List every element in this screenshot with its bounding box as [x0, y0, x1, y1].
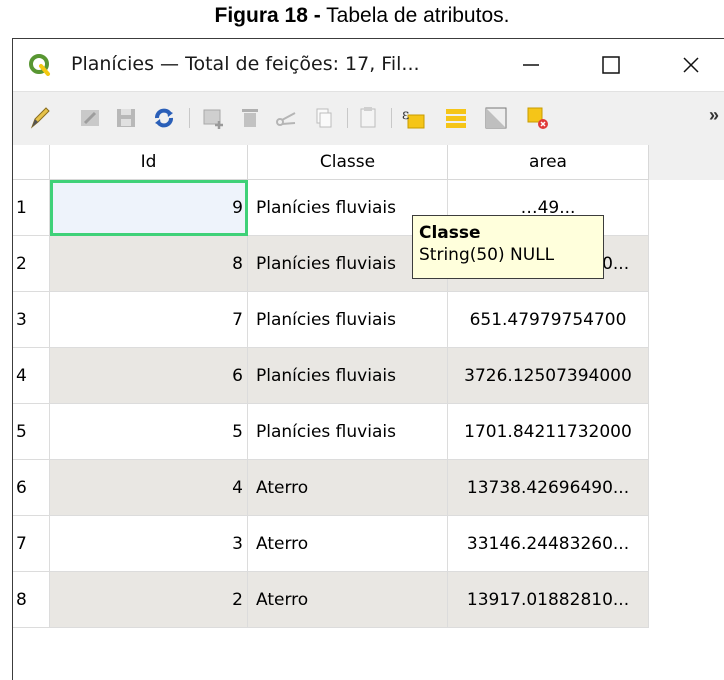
row-number[interactable]: 2: [13, 236, 50, 292]
deselect-all-icon: [527, 107, 548, 129]
multi-edit-button[interactable]: [75, 103, 105, 133]
cell-id[interactable]: 8: [50, 236, 248, 292]
copy-button[interactable]: [307, 103, 337, 133]
column-header-area[interactable]: area: [448, 145, 649, 180]
expression-select-icon: ε: [402, 107, 425, 129]
table-row[interactable]: 5 5 Planícies fluviais 1701.84211732000: [13, 404, 649, 460]
cut-icon: [276, 112, 296, 126]
cell-id[interactable]: 3: [50, 516, 248, 572]
reload-button[interactable]: [149, 103, 179, 133]
row-number[interactable]: 6: [13, 460, 50, 516]
tooltip-body: String(50) NULL: [419, 245, 555, 265]
add-feature-icon: [203, 109, 223, 129]
svg-text:ε: ε: [402, 107, 409, 123]
caption-text: Tabela de atributos.: [320, 4, 510, 27]
cell-area[interactable]: 33146.24483260...: [448, 516, 649, 572]
row-number[interactable]: 8: [13, 572, 50, 628]
row-number[interactable]: 1: [13, 180, 50, 236]
title-bar[interactable]: Planícies — Total de feições: 17, Fil...: [13, 39, 724, 91]
tooltip-title: Classe: [419, 223, 481, 243]
caption-prefix: Figura 18 -: [214, 4, 321, 27]
cell-id[interactable]: 9: [50, 180, 248, 236]
minimize-icon: [523, 64, 539, 66]
table-row[interactable]: 8 2 Aterro 13917.01882810...: [13, 572, 649, 628]
reload-icon: [155, 108, 173, 128]
cell-id[interactable]: 6: [50, 348, 248, 404]
cell-classe[interactable]: Planícies fluviais: [248, 348, 448, 404]
table-row[interactable]: 3 7 Planícies fluviais 651.47979754700: [13, 292, 649, 348]
figure-caption: Figura 18 - Tabela de atributos.: [0, 4, 724, 28]
cell-id[interactable]: 7: [50, 292, 248, 348]
add-feature-button[interactable]: [199, 103, 229, 133]
row-number[interactable]: 3: [13, 292, 50, 348]
column-header-id[interactable]: Id: [50, 145, 248, 180]
table-row[interactable]: 6 4 Aterro 13738.42696490...: [13, 460, 649, 516]
select-all-icon: [446, 109, 466, 128]
table-row[interactable]: 4 6 Planícies fluviais 3726.12507394000: [13, 348, 649, 404]
copy-icon: [316, 108, 332, 128]
toolbar: ε »: [13, 91, 724, 146]
attribute-table-window: Planícies — Total de feições: 17, Fil...: [12, 38, 724, 680]
minimize-button[interactable]: [501, 39, 561, 91]
cell-classe[interactable]: Planícies fluviais: [248, 404, 448, 460]
close-button[interactable]: [661, 39, 721, 91]
deselect-all-button[interactable]: [523, 103, 553, 133]
paste-button[interactable]: [353, 103, 383, 133]
cell-area[interactable]: 1701.84211732000: [448, 404, 649, 460]
cell-classe[interactable]: Aterro: [248, 460, 448, 516]
save-edits-icon: [117, 109, 135, 127]
cell-id[interactable]: 2: [50, 572, 248, 628]
row-number[interactable]: 5: [13, 404, 50, 460]
paste-icon: [360, 107, 376, 128]
corner-header[interactable]: [13, 145, 50, 180]
delete-feature-button[interactable]: [235, 103, 265, 133]
multi-edit-icon: [81, 110, 99, 126]
cell-classe[interactable]: Aterro: [248, 572, 448, 628]
cell-area[interactable]: 651.47979754700: [448, 292, 649, 348]
maximize-icon: [602, 56, 620, 74]
toggle-editing-button[interactable]: [25, 103, 55, 133]
column-header-classe[interactable]: Classe: [248, 145, 448, 180]
row-number[interactable]: 4: [13, 348, 50, 404]
cell-area[interactable]: 13917.01882810...: [448, 572, 649, 628]
cut-button[interactable]: [271, 103, 301, 133]
select-by-expression-button[interactable]: ε: [399, 103, 429, 133]
cell-area[interactable]: 13738.42696490...: [448, 460, 649, 516]
table-row[interactable]: 7 3 Aterro 33146.24483260...: [13, 516, 649, 572]
delete-feature-icon: [242, 109, 258, 127]
maximize-button[interactable]: [581, 39, 641, 91]
cell-classe[interactable]: Planícies fluviais: [248, 292, 448, 348]
invert-selection-button[interactable]: [481, 103, 511, 133]
cell-classe[interactable]: Aterro: [248, 516, 448, 572]
toolbar-overflow-button[interactable]: »: [709, 105, 719, 126]
cell-area[interactable]: 3726.12507394000: [448, 348, 649, 404]
qgis-icon: [29, 54, 51, 76]
window-title: Planícies — Total de feições: 17, Fil...: [71, 53, 420, 75]
cell-id[interactable]: 5: [50, 404, 248, 460]
row-number[interactable]: 7: [13, 516, 50, 572]
pencil-icon: [30, 107, 50, 129]
column-tooltip: Classe String(50) NULL: [412, 215, 604, 279]
close-icon: [683, 57, 699, 73]
cell-id[interactable]: 4: [50, 460, 248, 516]
select-all-button[interactable]: [441, 103, 471, 133]
invert-selection-icon: [485, 107, 507, 129]
save-edits-button[interactable]: [111, 103, 141, 133]
